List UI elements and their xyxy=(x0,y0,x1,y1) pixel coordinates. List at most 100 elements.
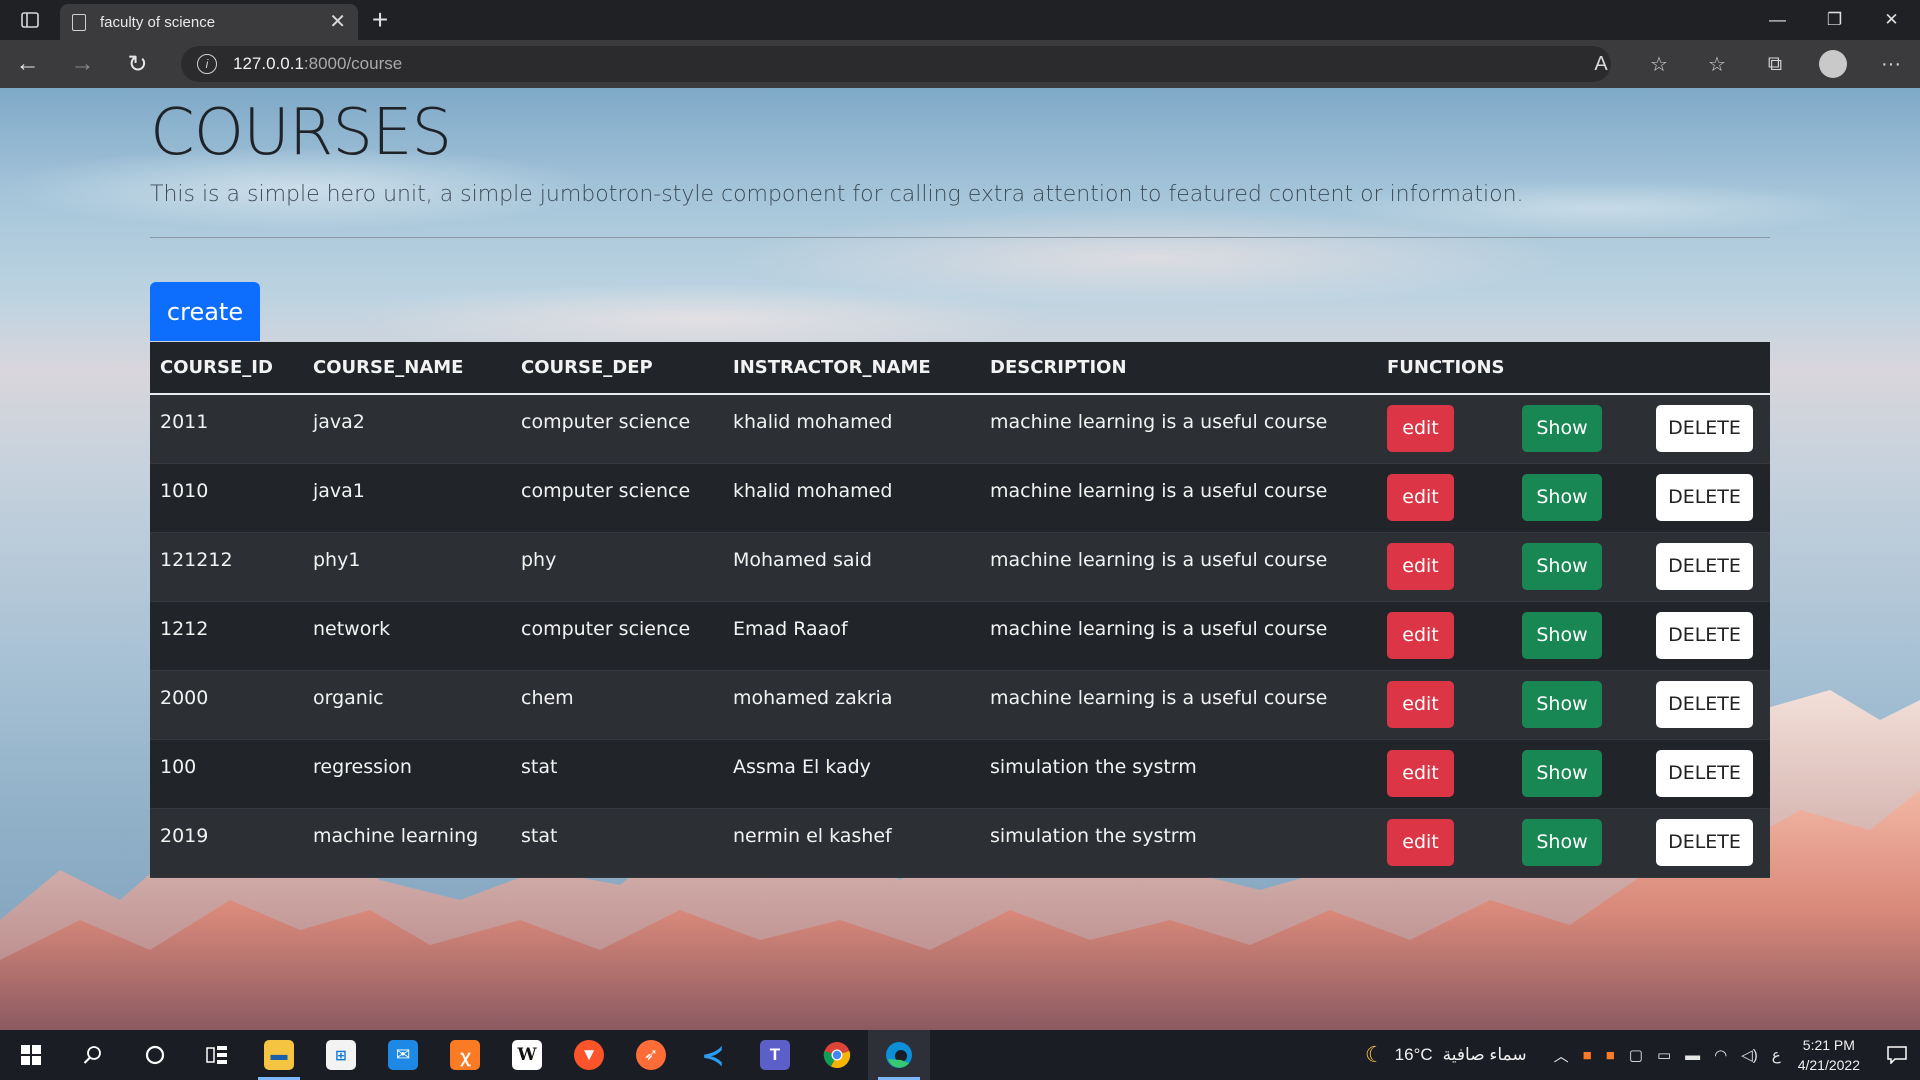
instructor-name-cell: nermin el kashef xyxy=(723,808,980,878)
course-id-cell: 1010 xyxy=(150,463,303,533)
clock[interactable]: 5:21 PM 4/21/2022 xyxy=(1798,1035,1860,1075)
vscode-icon[interactable]: ≺ xyxy=(682,1030,744,1080)
show-button[interactable]: Show xyxy=(1522,818,1602,866)
delete-button[interactable]: DELETE xyxy=(1656,473,1753,521)
header-instructor-name: INSTRACTOR_NAME xyxy=(723,342,980,395)
show-button[interactable]: Show xyxy=(1522,749,1602,797)
back-button[interactable]: ← xyxy=(0,40,55,88)
volume-icon[interactable]: ◁) xyxy=(1741,1046,1758,1064)
browser-titlebar: faculty of science ✕ + — ❐ ✕ xyxy=(0,0,1920,40)
page-icon xyxy=(72,13,86,31)
edit-button[interactable]: edit xyxy=(1387,405,1454,452)
notification-center-icon[interactable] xyxy=(1874,1046,1920,1064)
chevron-up-icon[interactable]: ︿ xyxy=(1554,1045,1569,1066)
restore-button[interactable]: ❐ xyxy=(1806,0,1863,40)
weather-widget[interactable]: ☾ 16°C سماء صافية xyxy=(1365,1042,1527,1068)
function-cell: edit xyxy=(1377,463,1512,533)
system-tray: ☾ 16°C سماء صافية ︿ ■ ■ ▢ ▭ ▬ ◠ ◁) ع 5:2… xyxy=(1365,1030,1920,1080)
brave-icon[interactable]: ▼ xyxy=(558,1030,620,1080)
postman-icon[interactable]: ➶ xyxy=(620,1030,682,1080)
show-button[interactable]: Show xyxy=(1522,405,1602,452)
courses-table: COURSE_ID COURSE_NAME COURSE_DEP INSTRAC… xyxy=(150,342,1770,878)
favorites-icon[interactable]: ☆ xyxy=(1688,40,1746,88)
xampp-icon[interactable]: ꭓ xyxy=(434,1030,496,1080)
browser-tab[interactable]: faculty of science ✕ xyxy=(60,4,358,40)
function-cell: edit xyxy=(1377,739,1512,809)
table-header-row: COURSE_ID COURSE_NAME COURSE_DEP INSTRAC… xyxy=(150,342,1770,395)
delete-button[interactable]: DELETE xyxy=(1656,818,1753,866)
hero-lead: This is a simple hero unit, a simple jum… xyxy=(150,182,1524,207)
display-icon[interactable]: ▭ xyxy=(1657,1046,1671,1064)
moon-icon: ☾ xyxy=(1364,1042,1385,1067)
edge-icon[interactable] xyxy=(868,1030,930,1080)
wikipedia-icon[interactable]: W xyxy=(496,1030,558,1080)
microsoft-store-icon[interactable]: ⊞ xyxy=(310,1030,372,1080)
show-button[interactable]: Show xyxy=(1522,611,1602,659)
site-info-icon[interactable]: i xyxy=(197,54,217,74)
address-bar[interactable]: i 127.0.0.1:8000/course xyxy=(181,46,1611,82)
edit-button[interactable]: edit xyxy=(1387,818,1454,866)
hero-section: COURSES This is a simple hero unit, a si… xyxy=(150,88,1770,238)
edit-button[interactable]: edit xyxy=(1387,680,1454,728)
close-window-button[interactable]: ✕ xyxy=(1863,0,1920,40)
cortana-icon[interactable] xyxy=(124,1030,186,1080)
header-description: DESCRIPTION xyxy=(980,342,1377,395)
xampp-tray-icon-2[interactable]: ■ xyxy=(1606,1047,1615,1064)
delete-button[interactable]: DELETE xyxy=(1656,542,1753,590)
delete-button[interactable]: DELETE xyxy=(1656,680,1753,728)
profile-avatar[interactable] xyxy=(1819,50,1847,78)
battery-icon[interactable]: ▬ xyxy=(1685,1047,1700,1064)
course-name-cell: java1 xyxy=(303,463,511,533)
delete-button[interactable]: DELETE xyxy=(1656,611,1753,659)
tab-close-icon[interactable]: ✕ xyxy=(329,12,346,32)
course-id-cell: 2019 xyxy=(150,808,303,878)
edit-button[interactable]: edit xyxy=(1387,749,1454,797)
function-cell: edit xyxy=(1377,808,1512,878)
window-controls: — ❐ ✕ xyxy=(1749,0,1920,40)
chrome-icon[interactable] xyxy=(806,1030,868,1080)
teams-icon[interactable]: T xyxy=(744,1030,806,1080)
tab-actions-icon[interactable] xyxy=(0,0,60,40)
description-cell: simulation the systrm xyxy=(980,808,1377,878)
file-explorer-icon[interactable]: ▬ xyxy=(248,1030,310,1080)
header-spacer xyxy=(1512,342,1646,395)
weather-temperature: 16°C xyxy=(1394,1045,1433,1064)
task-view-icon[interactable] xyxy=(186,1030,248,1080)
wifi-icon[interactable]: ◠ xyxy=(1714,1046,1727,1064)
show-button[interactable]: Show xyxy=(1522,542,1602,590)
forward-button[interactable]: → xyxy=(55,40,110,88)
new-tab-button[interactable]: + xyxy=(358,0,402,40)
course-id-cell: 121212 xyxy=(150,532,303,602)
meet-now-icon[interactable]: ▢ xyxy=(1629,1046,1643,1064)
edit-button[interactable]: edit xyxy=(1387,473,1454,521)
course-id-cell: 100 xyxy=(150,739,303,809)
description-cell: machine learning is a useful course xyxy=(980,394,1377,464)
header-course-name: COURSE_NAME xyxy=(303,342,511,395)
instructor-name-cell: Mohamed said xyxy=(723,532,980,602)
windows-logo-icon xyxy=(21,1045,41,1065)
delete-button[interactable]: DELETE xyxy=(1656,749,1753,797)
more-menu-icon[interactable]: ··· xyxy=(1862,40,1920,88)
start-button[interactable] xyxy=(0,1030,62,1080)
instructor-name-cell: Emad Raaof xyxy=(723,601,980,671)
search-icon[interactable] xyxy=(62,1030,124,1080)
edit-button[interactable]: edit xyxy=(1387,542,1454,590)
language-indicator[interactable]: ع xyxy=(1772,1046,1781,1064)
xampp-tray-icon[interactable]: ■ xyxy=(1583,1047,1592,1064)
url-host: 127.0.0.1 xyxy=(233,54,304,73)
collections-icon[interactable]: ⧉ xyxy=(1746,40,1804,88)
table-row: 2000 organic chem mohamed zakria machine lea… xyxy=(150,670,1770,740)
create-button[interactable]: create xyxy=(150,282,260,341)
mail-icon[interactable]: ✉ xyxy=(372,1030,434,1080)
function-cell: edit xyxy=(1377,601,1512,671)
delete-button[interactable]: DELETE xyxy=(1656,405,1753,452)
edit-button[interactable]: edit xyxy=(1387,611,1454,659)
read-aloud-icon[interactable]: A xyxy=(1572,40,1630,88)
reload-button[interactable]: ↻ xyxy=(110,40,165,88)
minimize-button[interactable]: — xyxy=(1749,0,1806,40)
show-button[interactable]: Show xyxy=(1522,473,1602,521)
show-button[interactable]: Show xyxy=(1522,680,1602,728)
header-spacer xyxy=(1646,342,1770,395)
add-favorite-icon[interactable]: ☆ xyxy=(1630,40,1688,88)
function-cell: DELETE xyxy=(1646,532,1770,602)
